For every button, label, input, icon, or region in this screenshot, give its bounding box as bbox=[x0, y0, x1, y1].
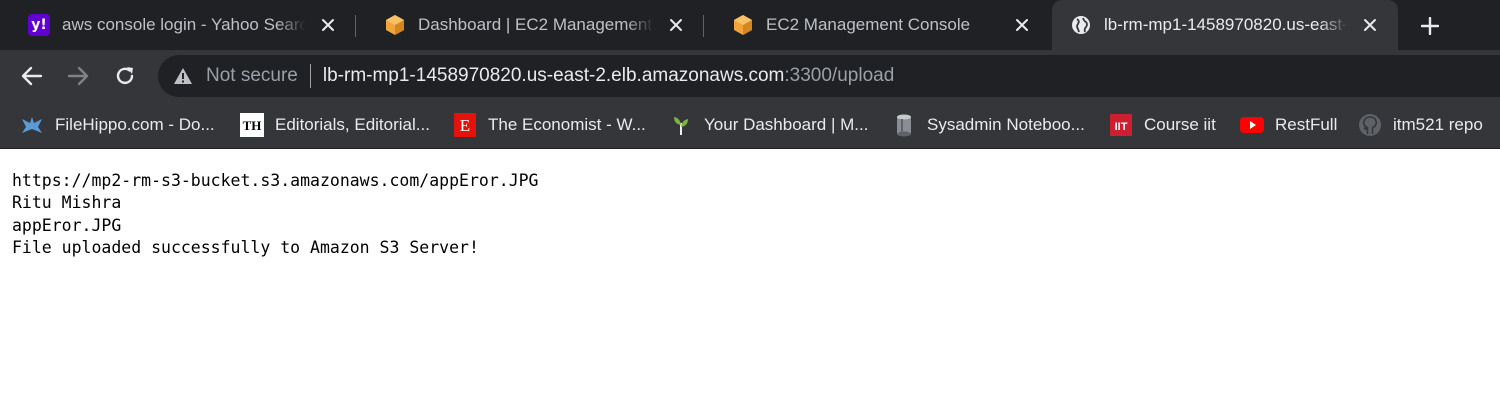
tab-title: Dashboard | EC2 Management Console bbox=[418, 15, 654, 34]
svg-text:E: E bbox=[460, 116, 470, 135]
cylinder-icon bbox=[892, 113, 916, 137]
economist-icon: E bbox=[453, 113, 477, 137]
uploader-name: Ritu Mishra bbox=[12, 193, 122, 213]
globe-icon bbox=[1070, 14, 1092, 36]
bookmark-label: Course iit bbox=[1144, 115, 1216, 134]
close-icon[interactable] bbox=[1358, 13, 1382, 37]
bookmark-economist[interactable]: E The Economist - W... bbox=[453, 110, 646, 140]
tab-strip: y! aws console login - Yahoo Search Resu… bbox=[0, 0, 1500, 50]
bookmark-dashboard[interactable]: Your Dashboard | M... bbox=[669, 110, 868, 140]
bookmark-label: Your Dashboard | M... bbox=[704, 115, 869, 134]
url-path: :3300/upload bbox=[784, 65, 895, 86]
bookmark-label: RestFull bbox=[1275, 115, 1338, 134]
forward-button[interactable] bbox=[63, 61, 93, 91]
tab-title: lb-rm-mp1-1458970820.us-east-2.elb.amazo… bbox=[1104, 15, 1348, 34]
security-status[interactable]: Not secure bbox=[206, 65, 298, 87]
arrow-left-icon bbox=[21, 66, 43, 86]
uploaded-file-url: https://mp2-rm-s3-bucket.s3.amazonaws.co… bbox=[12, 171, 539, 190]
bookmark-label: Editorials, Editorial... bbox=[275, 115, 430, 134]
tab-ec2-dashboard[interactable]: Dashboard | EC2 Management Console bbox=[356, 0, 704, 50]
page-content: https://mp2-rm-s3-bucket.s3.amazonaws.co… bbox=[0, 150, 1500, 412]
response-text: https://mp2-rm-s3-bucket.s3.amazonaws.co… bbox=[12, 170, 539, 259]
tab-load-balancer-upload[interactable]: lb-rm-mp1-1458970820.us-east-2.elb.amazo… bbox=[1052, 0, 1398, 50]
warning-icon[interactable] bbox=[172, 65, 194, 87]
reload-button[interactable] bbox=[110, 61, 140, 91]
svg-text:IIT: IIT bbox=[1115, 121, 1128, 133]
bookmark-editorials[interactable]: TH Editorials, Editorial... bbox=[240, 110, 430, 140]
bookmark-label: FileHippo.com - Do... bbox=[55, 115, 215, 134]
aws-icon bbox=[384, 14, 406, 36]
sprout-icon bbox=[669, 113, 693, 137]
iit-icon: IIT bbox=[1109, 113, 1133, 137]
bookmark-restfull[interactable]: RestFull bbox=[1240, 110, 1337, 140]
plus-icon bbox=[1421, 17, 1439, 35]
bookmark-label: itm521 repo bbox=[1393, 115, 1483, 134]
close-icon[interactable] bbox=[1010, 13, 1034, 37]
close-icon[interactable] bbox=[316, 13, 340, 37]
upload-status-message: File uploaded successfully to Amazon S3 … bbox=[12, 237, 479, 257]
bookmark-label: The Economist - W... bbox=[488, 115, 646, 134]
address-divider bbox=[309, 64, 311, 88]
bookmark-sysadmin[interactable]: Sysadmin Noteboo... bbox=[892, 110, 1085, 140]
bookmark-itm521-repo[interactable]: itm521 repo bbox=[1358, 110, 1483, 140]
tab-ec2-console[interactable]: EC2 Management Console bbox=[704, 0, 1050, 50]
bookmark-course-iit[interactable]: IIT Course iit bbox=[1109, 110, 1216, 140]
bookmark-filehippo[interactable]: FileHippo.com - Do... bbox=[20, 110, 215, 140]
bookmark-label: Sysadmin Noteboo... bbox=[927, 115, 1085, 134]
tab-title: EC2 Management Console bbox=[766, 15, 971, 34]
reload-icon bbox=[116, 67, 134, 85]
arrow-right-icon bbox=[67, 66, 89, 86]
svg-text:TH: TH bbox=[243, 118, 262, 133]
filehippo-icon bbox=[20, 113, 44, 137]
th-icon: TH bbox=[240, 113, 264, 137]
close-icon[interactable] bbox=[664, 13, 688, 37]
yahoo-icon: y! bbox=[28, 14, 50, 36]
back-button[interactable] bbox=[17, 61, 47, 91]
uploaded-file-name: appEror.JPG bbox=[12, 215, 122, 235]
tab-yahoo-search[interactable]: y! aws console login - Yahoo Search Resu… bbox=[0, 0, 356, 50]
tab-title: aws console login - Yahoo Search Results bbox=[62, 15, 306, 34]
aws-icon bbox=[732, 14, 754, 36]
github-icon bbox=[1358, 113, 1382, 137]
url-host: lb-rm-mp1-1458970820.us-east-2.elb.amazo… bbox=[322, 65, 785, 86]
bookmarks-bar: FileHippo.com - Do... TH Editorials, Edi… bbox=[0, 102, 1500, 149]
address-bar[interactable]: Not secure lb-rm-mp1-1458970820.us-east-… bbox=[158, 55, 1500, 97]
youtube-icon bbox=[1240, 113, 1264, 137]
new-tab-button[interactable] bbox=[1414, 10, 1446, 42]
browser-toolbar: Not secure lb-rm-mp1-1458970820.us-east-… bbox=[0, 50, 1500, 102]
